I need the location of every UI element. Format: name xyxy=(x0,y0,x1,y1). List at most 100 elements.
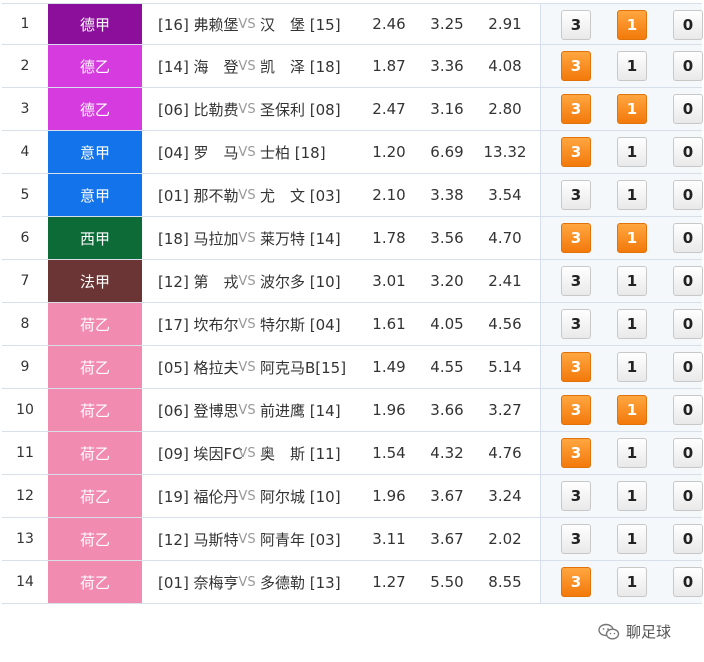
pick-win-button[interactable]: 3 xyxy=(561,395,591,425)
odds: 2.46 3.25 2.91 xyxy=(360,4,540,44)
odds: 1.78 3.56 4.70 xyxy=(360,217,540,259)
match-row: 11 荷乙 [09] 埃因FC VS 奥 斯 [11] 1.54 4.32 4.76 3 1 0 xyxy=(2,432,703,475)
league-badge: 荷乙 xyxy=(48,303,142,345)
pick-loss-button[interactable]: 0 xyxy=(673,94,703,124)
match-row: 14 荷乙 [01] 奈梅亨 VS 多德勒 [13] 1.27 5.50 8.55 3 1 0 xyxy=(2,561,703,604)
odds-loss: 4.76 xyxy=(488,444,522,462)
pick-draw-button[interactable]: 1 xyxy=(617,94,647,124)
pick-win-button[interactable]: 3 xyxy=(561,567,591,597)
match-row: 13 荷乙 [12] 马斯特 VS 阿青年 [03] 3.11 3.67 2.02 3 1 0 xyxy=(2,518,703,561)
pick-win-button[interactable]: 3 xyxy=(561,481,591,511)
vs-label: VS xyxy=(238,402,256,418)
pick-buttons: 310 xyxy=(541,88,703,130)
pick-draw-button[interactable]: 1 xyxy=(617,352,647,382)
pick-loss-button[interactable]: 0 xyxy=(673,352,703,382)
pick-win-button[interactable]: 3 xyxy=(561,94,591,124)
pick-win-button[interactable]: 3 xyxy=(561,51,591,81)
match-row: 3 德乙 [06] 比勒费 VS 圣保利 [08] 2.47 3.16 2.80 3 1 0 xyxy=(2,88,703,131)
away-team: 多德勒 [13] xyxy=(260,573,341,592)
odds-win: 1.96 xyxy=(372,487,406,505)
pick-win-button[interactable]: 3 xyxy=(561,524,591,554)
odds: 1.27 5.50 8.55 xyxy=(360,561,540,603)
away-team: 阿青年 [03] xyxy=(260,530,341,549)
pick-loss-button[interactable]: 0 xyxy=(673,309,703,339)
pick-win-button[interactable]: 3 xyxy=(561,137,591,167)
home-team: [14] 海 登 xyxy=(158,57,239,76)
league-badge: 荷乙 xyxy=(48,561,142,603)
pick-draw-button[interactable]: 1 xyxy=(617,567,647,597)
pick-win-button[interactable]: 3 xyxy=(561,438,591,468)
pick-draw-button[interactable]: 1 xyxy=(617,395,647,425)
odds-draw: 3.25 xyxy=(430,15,464,33)
pick-buttons: 310 xyxy=(541,346,703,388)
match-teams: [14] 海 登 VS 凯 泽 [18] xyxy=(152,45,360,87)
pick-loss-button[interactable]: 0 xyxy=(673,137,703,167)
pick-loss-button[interactable]: 0 xyxy=(673,180,703,210)
odds: 1.96 3.67 3.24 xyxy=(360,475,540,517)
home-team: [18] 马拉加 xyxy=(158,229,239,248)
pick-draw-button[interactable]: 1 xyxy=(617,266,647,296)
row-index: 8 xyxy=(20,316,30,332)
pick-loss-button[interactable]: 0 xyxy=(673,266,703,296)
pick-win-button[interactable]: 3 xyxy=(561,352,591,382)
pick-draw-button[interactable]: 1 xyxy=(617,51,647,81)
pick-loss-button[interactable]: 0 xyxy=(673,51,703,81)
pick-draw-button[interactable]: 1 xyxy=(617,137,647,167)
odds-loss: 5.14 xyxy=(488,358,522,376)
home-team: [17] 坎布尔 xyxy=(158,315,239,334)
pick-loss-button[interactable]: 0 xyxy=(673,567,703,597)
odds-loss: 2.02 xyxy=(488,530,522,548)
pick-buttons: 310 xyxy=(541,4,703,44)
home-team: [01] 那不勒 xyxy=(158,186,239,205)
league-badge: 西甲 xyxy=(48,217,142,259)
odds-draw: 3.16 xyxy=(430,100,464,118)
home-team: [19] 福伦丹 xyxy=(158,487,239,506)
home-team: [09] 埃因FC xyxy=(158,444,243,463)
pick-win-button[interactable]: 3 xyxy=(561,10,591,40)
pick-draw-button[interactable]: 1 xyxy=(617,524,647,554)
pick-loss-button[interactable]: 0 xyxy=(673,481,703,511)
pick-win-button[interactable]: 3 xyxy=(561,309,591,339)
league-badge: 荷乙 xyxy=(48,475,142,517)
pick-loss-button[interactable]: 0 xyxy=(673,438,703,468)
row-index: 12 xyxy=(16,488,34,504)
away-team: 阿尔城 [10] xyxy=(260,487,341,506)
pick-win-button[interactable]: 3 xyxy=(561,223,591,253)
pick-win-button[interactable]: 3 xyxy=(561,266,591,296)
match-teams: [18] 马拉加 VS 莱万特 [14] xyxy=(152,217,360,259)
odds-win: 2.10 xyxy=(372,186,406,204)
pick-draw-button[interactable]: 1 xyxy=(617,10,647,40)
match-teams: [16] 弗赖堡 VS 汉 堡 [15] xyxy=(152,4,360,44)
match-row: 8 荷乙 [17] 坎布尔 VS 特尔斯 [04] 1.61 4.05 4.56 3 1 0 xyxy=(2,303,703,346)
watermark-text: 聊足球 xyxy=(626,623,672,641)
pick-draw-button[interactable]: 1 xyxy=(617,180,647,210)
away-team: 特尔斯 [04] xyxy=(260,315,341,334)
away-team: 尤 文 [03] xyxy=(260,186,341,205)
pick-win-button[interactable]: 3 xyxy=(561,180,591,210)
pick-buttons: 310 xyxy=(541,174,703,216)
row-index: 14 xyxy=(16,574,34,590)
pick-loss-button[interactable]: 0 xyxy=(673,10,703,40)
pick-draw-button[interactable]: 1 xyxy=(617,309,647,339)
match-row: 12 荷乙 [19] 福伦丹 VS 阿尔城 [10] 1.96 3.67 3.24 3 1 0 xyxy=(2,475,703,518)
pick-draw-button[interactable]: 1 xyxy=(617,223,647,253)
pick-buttons: 310 xyxy=(541,260,703,302)
odds-loss: 4.70 xyxy=(488,229,522,247)
odds-win: 1.20 xyxy=(372,143,406,161)
pick-loss-button[interactable]: 0 xyxy=(673,524,703,554)
match-teams: [17] 坎布尔 VS 特尔斯 [04] xyxy=(152,303,360,345)
pick-loss-button[interactable]: 0 xyxy=(673,395,703,425)
pick-draw-button[interactable]: 1 xyxy=(617,481,647,511)
pick-draw-button[interactable]: 1 xyxy=(617,438,647,468)
pick-buttons: 310 xyxy=(541,389,703,431)
match-teams: [09] 埃因FC VS 奥 斯 [11] xyxy=(152,432,360,474)
row-index: 7 xyxy=(20,273,30,289)
pick-loss-button[interactable]: 0 xyxy=(673,223,703,253)
league-badge: 德乙 xyxy=(48,88,142,130)
